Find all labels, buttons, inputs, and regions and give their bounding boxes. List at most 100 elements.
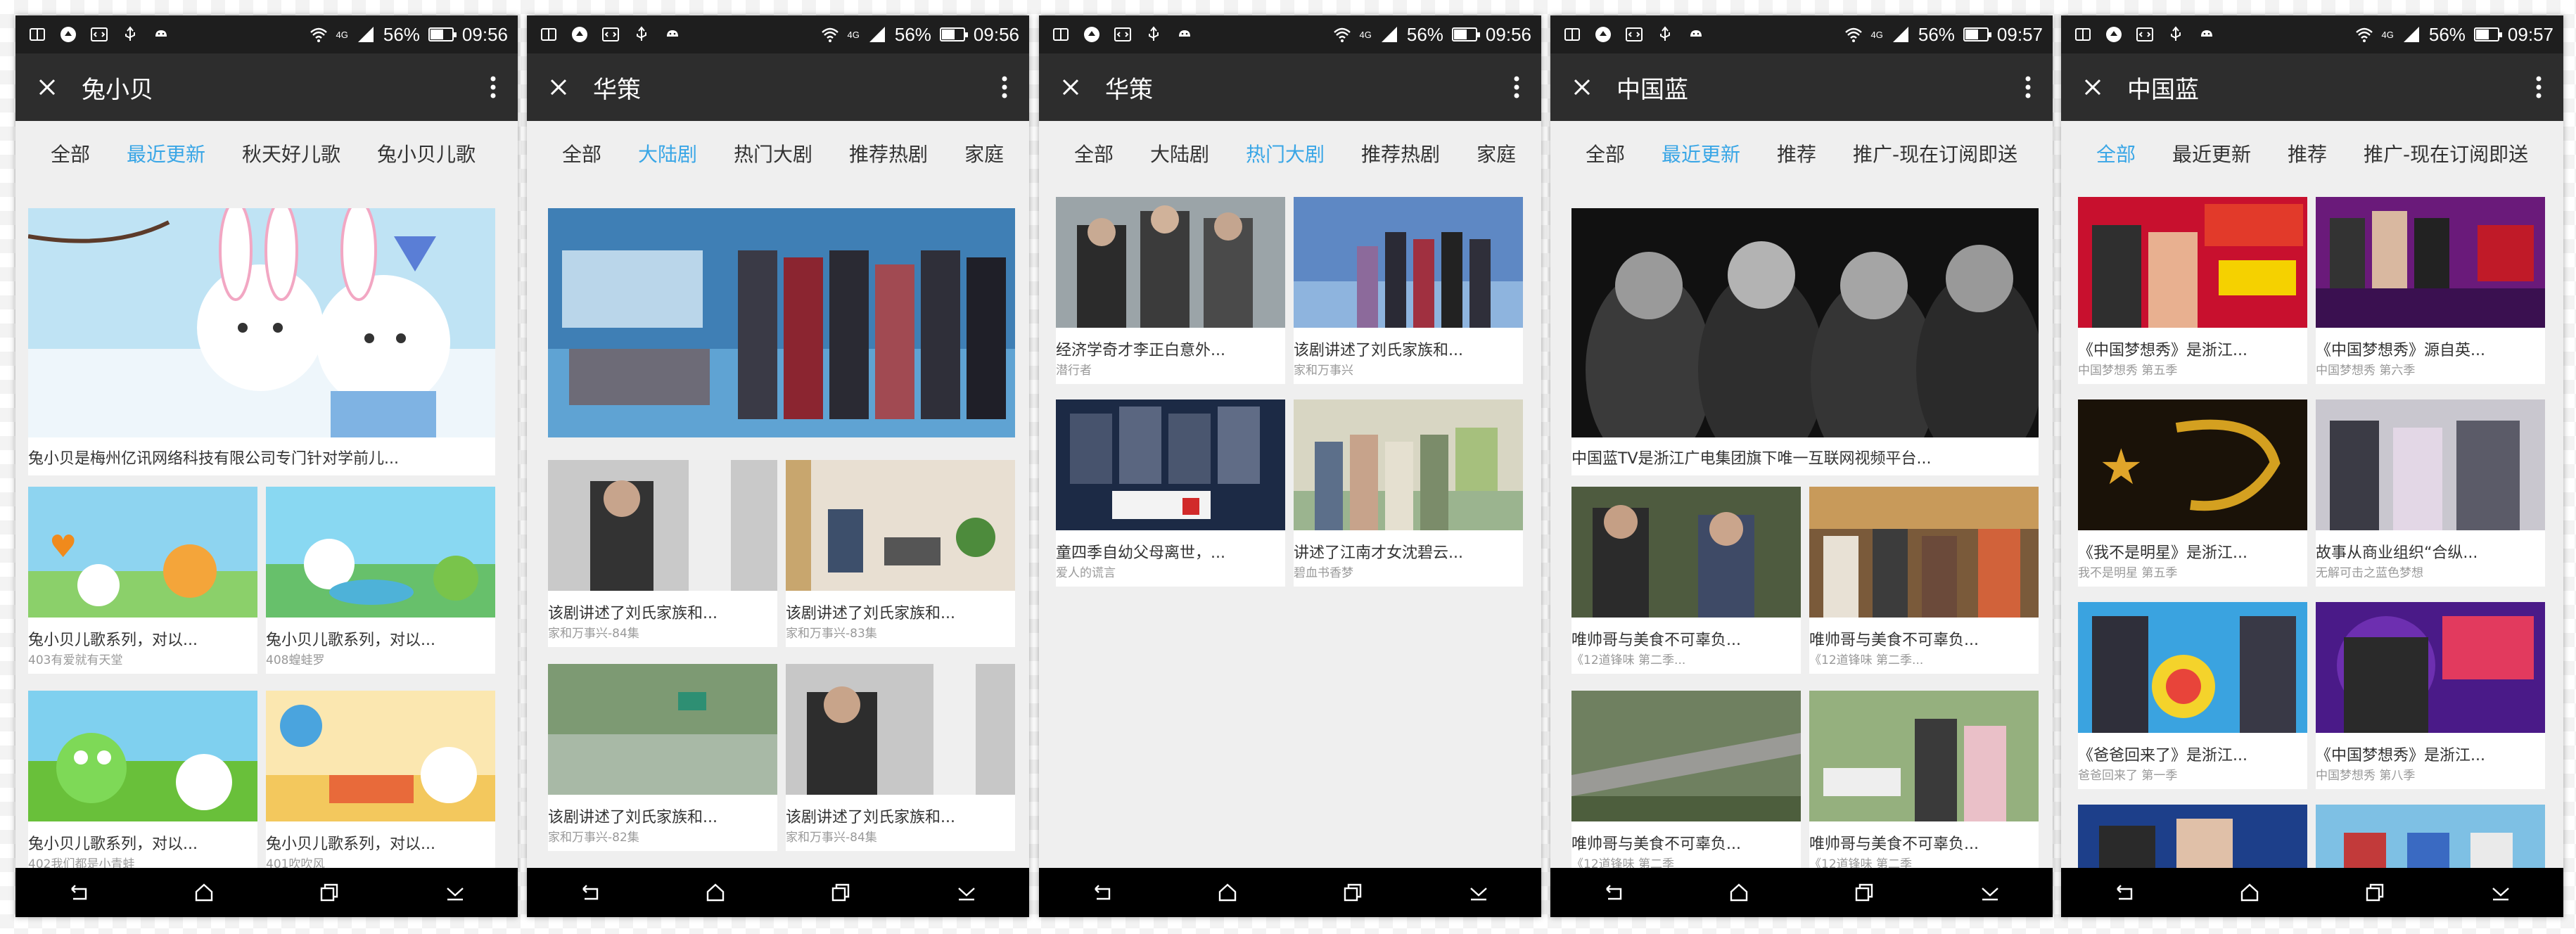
wifi-icon [2355,25,2373,44]
notification-shade-button[interactable] [434,871,476,914]
more-menu-button[interactable] [468,53,518,121]
tab-all[interactable]: 全部 [527,139,620,167]
tab-autumn-songs[interactable]: 秋天好儿歌 [224,139,359,167]
video-card[interactable] [2078,805,2307,868]
close-button[interactable] [2061,53,2124,121]
app-bar: 华策 [527,53,1029,121]
back-button[interactable] [1592,871,1634,914]
recents-button[interactable] [308,871,350,914]
tab-all[interactable]: 全部 [2061,139,2154,167]
tab-mainland-drama[interactable]: 大陆剧 [620,139,715,167]
content-feed: 该剧讲述了刘氏家族和... 家和万事兴-84集 该剧讲述了刘氏家族和... 家和… [527,186,1029,868]
tab-recommended-drama[interactable]: 推荐热剧 [831,139,946,167]
banner-card[interactable]: 兔小贝是梅州亿讯网络科技有限公司专门针对学前儿... [28,208,495,475]
video-card[interactable]: 唯帅哥与美食不可辜负... 《12道锋味 第二季... [1809,487,2039,674]
video-card[interactable]: 讲述了江南才女沈碧云... 碧血书香梦 [1294,399,1523,587]
video-card[interactable]: 《爸爸回来了》是浙江... 爸爸回来了 第一季 [2078,602,2307,789]
tab-recommended-drama[interactable]: 推荐热剧 [1343,139,1458,167]
tab-promotion[interactable]: 推广-现在订阅即送 [2345,139,2546,167]
video-subtitle: 《12道锋味 第二季 [1809,857,1913,868]
notification-shade-button[interactable] [1458,871,1500,914]
video-subtitle: 中国梦想秀 第六季 [2316,364,2416,378]
video-card[interactable]: 兔小贝儿歌系列，对以... 402我们都是小青蛙 [28,691,257,868]
close-button[interactable] [1550,53,1614,121]
code-icon [1625,25,1643,44]
more-menu-button[interactable] [2003,53,2053,121]
close-button[interactable] [527,53,590,121]
video-card[interactable]: 经济学奇才李正白意外... 潜行者 [1056,197,1285,384]
home-button[interactable] [183,871,225,914]
video-card[interactable]: 童四季自幼父母离世，... 爱人的谎言 [1056,399,1285,587]
video-card[interactable]: 该剧讲述了刘氏家族和... 家和万事兴-84集 [548,460,777,647]
video-card[interactable]: ♥ 兔小贝儿歌系列，对以... 403有爱就有天堂 [28,487,257,674]
video-subtitle: 《12道锋味 第二季... [1809,653,1924,667]
home-button[interactable] [2229,871,2271,914]
video-card[interactable]: 该剧讲述了刘氏家族和... 家和万事兴 [1294,197,1523,384]
more-menu-button[interactable] [980,53,1029,121]
tab-family[interactable]: 家庭 [946,139,1022,167]
notification-shade-button[interactable] [1969,871,2011,914]
tab-family[interactable]: 家庭 [1458,139,1534,167]
tab-mainland-drama[interactable]: 大陆剧 [1132,139,1228,167]
category-tabs: 全部 最近更新 秋天好儿歌 兔小贝儿歌 [15,121,518,186]
recents-button[interactable] [1843,871,1885,914]
notification-shade-button[interactable] [2480,871,2522,914]
banner-card[interactable]: 中国蓝TV是浙江广电集团旗下唯一互联网视频平台... [1571,208,2039,475]
video-subtitle: 408蝗蛙罗 [266,653,325,667]
video-title: 兔小贝儿歌系列，对以... [28,632,198,649]
tab-recommended[interactable]: 推荐 [1759,139,1835,167]
video-thumbnail [548,664,777,795]
video-card[interactable] [2316,805,2545,868]
phone-screen-4: 4G 56% 09:57 中国蓝 全部 最近更新 推荐 推广-现在订阅即送 中国… [1550,15,2053,917]
video-card[interactable]: ★ 《我不是明星》是浙江... 我不是明星 第五季 [2078,399,2307,587]
tab-rabbit-songs[interactable]: 兔小贝儿歌 [359,139,494,167]
video-card[interactable]: 兔小贝儿歌系列，对以... 408蝗蛙罗 [266,487,495,674]
tab-hot-drama[interactable]: 热门大剧 [715,139,831,167]
tab-recent[interactable]: 最近更新 [1643,139,1759,167]
home-button[interactable] [694,871,737,914]
recents-button[interactable] [2354,871,2396,914]
home-button[interactable] [1718,871,1760,914]
video-card[interactable]: 该剧讲述了刘氏家族和... 家和万事兴-84集 [786,664,1015,851]
video-card[interactable]: 该剧讲述了刘氏家族和... 家和万事兴-82集 [548,664,777,851]
close-button[interactable] [15,53,79,121]
back-icon [71,885,87,900]
video-card[interactable]: 唯帅哥与美食不可辜负... 《12道锋味 第二季... [1571,487,1801,674]
tab-hot-drama[interactable]: 热门大剧 [1228,139,1343,167]
code-icon [601,25,620,44]
back-button[interactable] [57,871,99,914]
tab-all[interactable]: 全部 [15,139,108,167]
video-card[interactable]: 故事从商业组织“合纵... 无解可击之蓝色梦想 [2316,399,2545,587]
banner-title: 兔小贝是梅州亿讯网络科技有限公司专门针对学前儿... [28,450,399,468]
close-button[interactable] [1039,53,1102,121]
more-menu-button[interactable] [1492,53,1541,121]
recents-button[interactable] [1332,871,1374,914]
tab-recommended[interactable]: 推荐 [2269,139,2345,167]
tab-all[interactable]: 全部 [1039,139,1132,167]
tab-all[interactable]: 全部 [1550,139,1643,167]
notification-shade-button[interactable] [945,871,988,914]
video-card[interactable]: 《中国梦想秀》是浙江... 中国梦想秀 第五季 [2078,197,2307,384]
banner-card[interactable] [548,208,1015,437]
video-thumbnail [786,460,1015,591]
video-card[interactable]: 唯帅哥与美食不可辜负... 《12道锋味 第二季 [1571,691,1801,868]
video-thumbnail [786,664,1015,795]
video-card[interactable]: 《中国梦想秀》源自英... 中国梦想秀 第六季 [2316,197,2545,384]
back-button[interactable] [2103,871,2145,914]
home-button[interactable] [1206,871,1249,914]
app-bar: 华策 [1039,53,1541,121]
tab-promotion[interactable]: 推广-现在订阅即送 [1835,139,2036,167]
back-button[interactable] [1080,871,1123,914]
back-button[interactable] [568,871,611,914]
video-thumbnail [2316,399,2545,530]
recents-button[interactable] [820,871,862,914]
tab-recent[interactable]: 最近更新 [108,139,224,167]
signal-icon [2402,25,2421,44]
video-card[interactable]: 该剧讲述了刘氏家族和... 家和万事兴-83集 [786,460,1015,647]
video-card[interactable]: 唯帅哥与美食不可辜负... 《12道锋味 第二季 [1809,691,2039,868]
tab-recent[interactable]: 最近更新 [2154,139,2269,167]
video-card[interactable]: 兔小贝儿歌系列，对以... 401吹吹风 [266,691,495,868]
video-card[interactable]: 《中国梦想秀》是浙江... 中国梦想秀 第八季 [2316,602,2545,789]
more-menu-button[interactable] [2514,53,2563,121]
chevron-down-icon [1469,888,1487,901]
